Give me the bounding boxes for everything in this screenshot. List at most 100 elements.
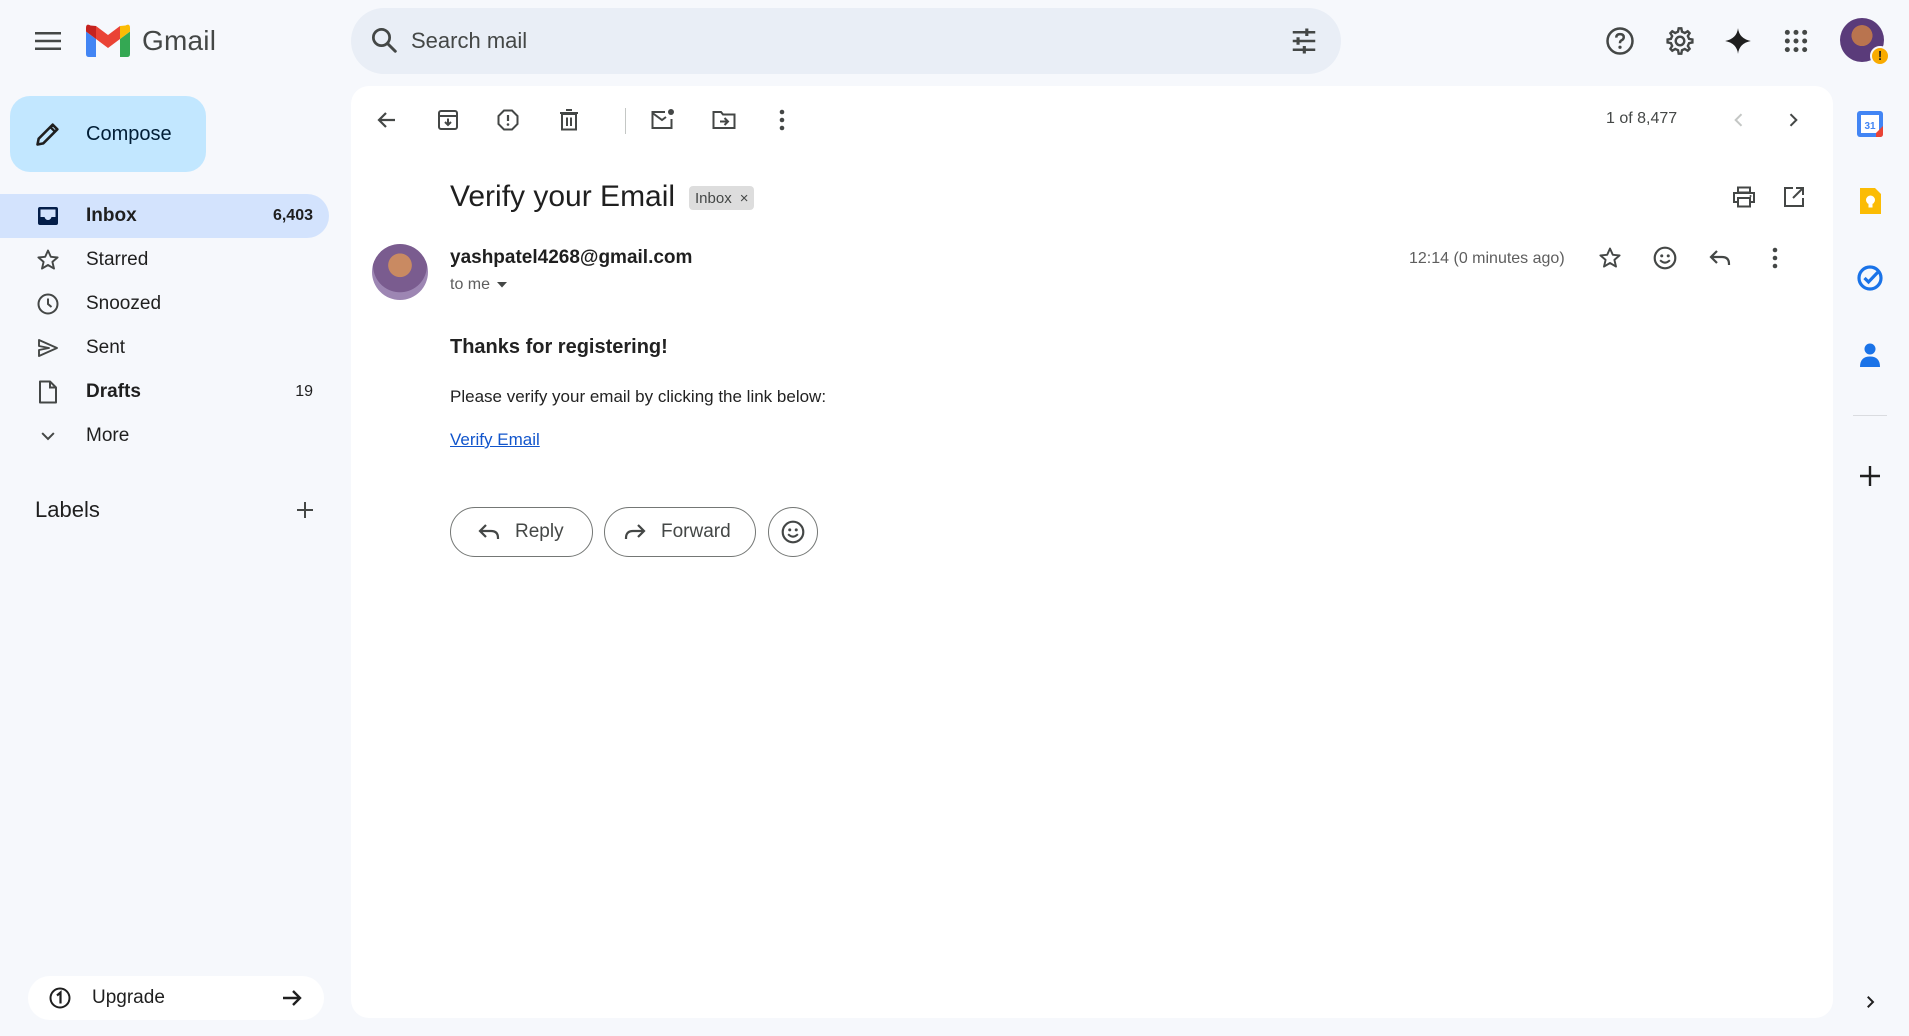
get-addons-button[interactable] <box>1852 458 1888 494</box>
chevron-down-icon <box>36 424 60 448</box>
gemini-button[interactable] <box>1714 17 1762 65</box>
sidebar-item-sent[interactable]: Sent <box>0 326 329 370</box>
pencil-icon <box>36 123 59 146</box>
create-label-button[interactable] <box>290 495 320 525</box>
expand-side-panel-button[interactable] <box>1852 984 1888 1020</box>
tasks-app-button[interactable] <box>1852 260 1888 296</box>
forward-label: Forward <box>661 521 731 542</box>
more-options-button[interactable] <box>762 100 802 140</box>
gmail-logo[interactable]: Gmail <box>86 24 216 57</box>
rail-divider <box>1853 415 1887 416</box>
print-icon <box>1733 186 1755 208</box>
chip-label: Inbox <box>695 189 732 207</box>
hamburger-icon <box>35 32 61 50</box>
calendar-icon: 31 <box>1857 111 1883 137</box>
inbox-icon <box>36 204 60 228</box>
account-avatar[interactable]: ! <box>1840 18 1890 66</box>
search-bar <box>351 8 1341 74</box>
reply-pill-button[interactable]: Reply <box>450 507 593 557</box>
warning-badge-icon: ! <box>1870 46 1890 66</box>
star-icon <box>1599 247 1621 268</box>
older-button[interactable] <box>1773 100 1813 140</box>
star-button[interactable] <box>1590 238 1630 278</box>
app-name: Gmail <box>142 24 217 56</box>
emoji-reaction-button[interactable] <box>768 507 818 557</box>
report-spam-button[interactable] <box>488 100 528 140</box>
email-body-text: Please verify your email by clicking the… <box>450 387 827 406</box>
move-folder-icon <box>712 111 736 129</box>
sidebar-item-more[interactable]: More <box>0 414 329 458</box>
settings-button[interactable] <box>1656 17 1704 65</box>
archive-button[interactable] <box>428 100 468 140</box>
plus-icon <box>1860 466 1880 486</box>
add-reaction-button[interactable] <box>1645 238 1685 278</box>
apps-grid-icon <box>1784 29 1808 53</box>
recipient-details[interactable]: to me <box>450 276 508 294</box>
sidebar-item-starred[interactable]: Starred <box>0 238 329 282</box>
emoji-icon <box>781 520 805 544</box>
arrow-right-icon <box>280 986 304 1010</box>
message-more-button[interactable] <box>1755 238 1795 278</box>
open-in-new-icon <box>1784 187 1804 207</box>
unread-count: 6,403 <box>272 207 313 224</box>
verify-email-link[interactable]: Verify Email <box>450 430 540 450</box>
archive-icon <box>438 110 458 130</box>
search-icon[interactable] <box>369 25 399 55</box>
gmail-m-icon <box>86 24 130 57</box>
top-bar: Gmail ! <box>0 0 1909 82</box>
sender-email[interactable]: yashpatel4268@gmail.com <box>450 247 692 269</box>
remove-label-button[interactable]: × <box>740 190 749 207</box>
move-to-button[interactable] <box>704 100 744 140</box>
apps-button[interactable] <box>1772 17 1820 65</box>
mark-unread-button[interactable] <box>643 100 683 140</box>
sender-avatar[interactable] <box>372 244 428 300</box>
more-vert-icon <box>1772 247 1778 269</box>
search-input[interactable] <box>411 8 1231 74</box>
open-new-window-button[interactable] <box>1774 177 1814 217</box>
sparkle-icon <box>1725 28 1751 54</box>
keep-icon <box>1860 188 1881 214</box>
back-button[interactable] <box>367 100 407 140</box>
star-icon <box>36 248 60 272</box>
reply-button[interactable] <box>1700 238 1740 278</box>
toolbar-divider <box>625 108 626 134</box>
sidebar-item-snoozed[interactable]: Snoozed <box>0 282 329 326</box>
pagination-text: 1 of 8,477 <box>1606 110 1678 127</box>
help-icon <box>1606 27 1634 55</box>
forward-pill-button[interactable]: Forward <box>604 507 756 557</box>
reply-label: Reply <box>515 521 564 542</box>
email-timestamp: 12:14 (0 minutes ago) <box>1409 250 1565 267</box>
chevron-right-icon <box>1789 113 1798 127</box>
upgrade-button[interactable]: Upgrade <box>28 976 324 1020</box>
sidebar-item-label: Drafts <box>86 381 141 402</box>
sidebar-item-label: Starred <box>86 249 149 270</box>
sidebar-item-inbox[interactable]: Inbox 6,403 <box>0 194 329 238</box>
sidebar-item-label: More <box>86 425 130 446</box>
chevron-left-icon <box>1734 113 1743 127</box>
newer-button[interactable] <box>1719 100 1759 140</box>
arrow-left-icon <box>377 112 395 128</box>
keep-app-button[interactable] <box>1852 183 1888 219</box>
sidebar-item-drafts[interactable]: Drafts 19 <box>0 370 329 414</box>
print-button[interactable] <box>1724 177 1764 217</box>
search-options-icon[interactable] <box>1289 26 1319 56</box>
contacts-app-button[interactable] <box>1852 337 1888 373</box>
compose-button[interactable]: Compose <box>10 96 206 172</box>
report-icon <box>497 109 519 131</box>
labels-heading: Labels <box>35 497 100 522</box>
clock-icon <box>36 292 60 316</box>
delete-button[interactable] <box>549 100 589 140</box>
trash-icon <box>560 109 578 131</box>
help-button[interactable] <box>1596 17 1644 65</box>
calendar-app-button[interactable]: 31 <box>1852 106 1888 142</box>
sidebar-item-label: Inbox <box>86 205 137 226</box>
email-subject: Verify your Email <box>450 180 676 213</box>
caret-down-icon <box>497 282 508 288</box>
main-menu-button[interactable] <box>24 17 72 65</box>
gear-icon <box>1666 27 1694 55</box>
draft-icon <box>36 380 60 404</box>
chevron-right-icon <box>1867 996 1875 1008</box>
mark-unread-icon <box>651 109 674 129</box>
more-vert-icon <box>779 109 785 131</box>
upgrade-label: Upgrade <box>92 987 165 1008</box>
